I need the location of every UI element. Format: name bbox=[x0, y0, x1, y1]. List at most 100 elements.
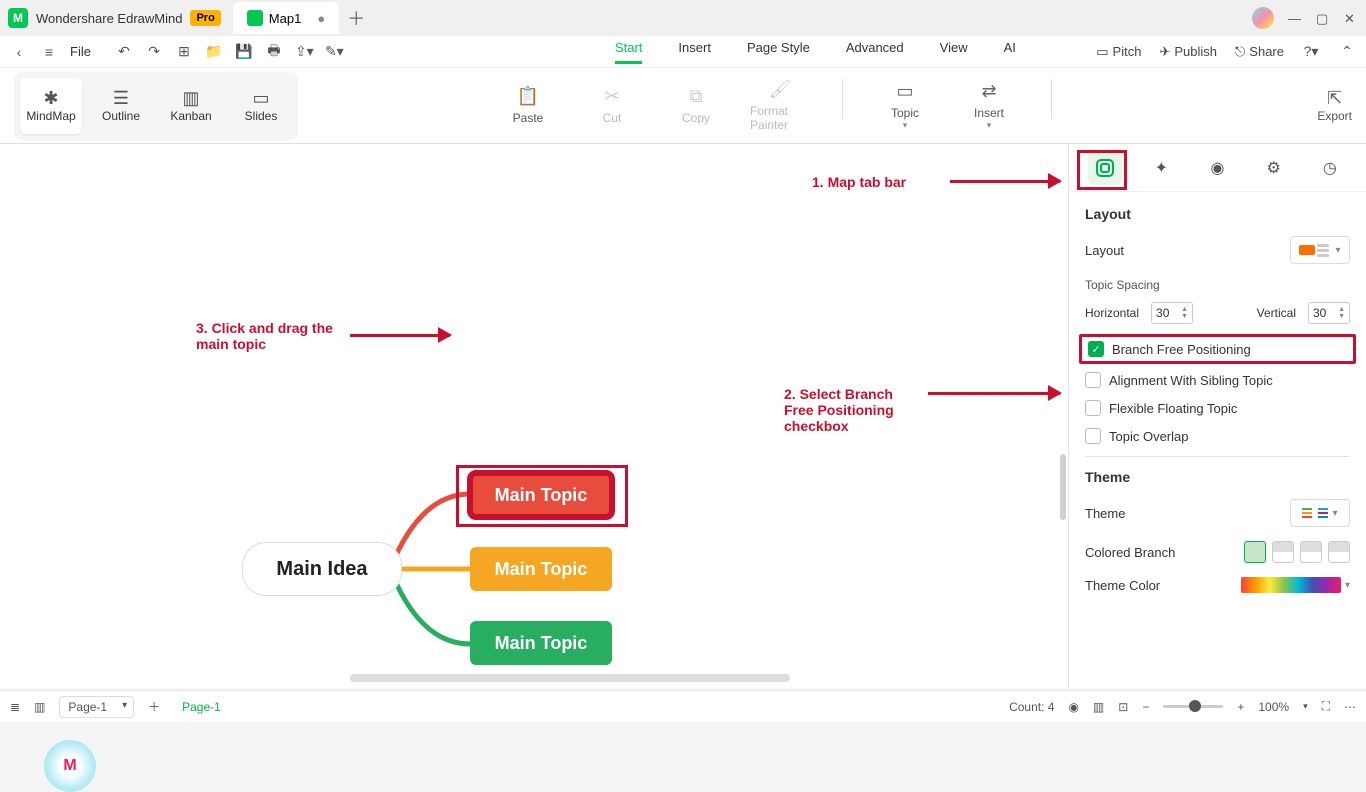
open-icon[interactable]: 📁 bbox=[205, 43, 223, 60]
branch-style-2[interactable] bbox=[1272, 541, 1294, 563]
theme-selector[interactable]: ▾ bbox=[1290, 499, 1350, 527]
tab-insert[interactable]: Insert bbox=[678, 40, 711, 64]
insert-button[interactable]: ⇄Insert▾ bbox=[959, 79, 1019, 132]
help-button[interactable]: ?▾ bbox=[1302, 43, 1320, 60]
colored-branch-label: Colored Branch bbox=[1085, 545, 1175, 560]
horizontal-scrollbar[interactable] bbox=[350, 674, 790, 682]
main-topic-3[interactable]: Main Topic bbox=[470, 621, 612, 665]
modified-dot-icon: ● bbox=[317, 11, 325, 26]
theme-color-strip[interactable] bbox=[1241, 577, 1341, 593]
ribbon-label: Copy bbox=[682, 111, 710, 125]
menu-icon[interactable]: ≡ bbox=[40, 44, 58, 60]
settings-tab[interactable]: ⚙ bbox=[1257, 151, 1291, 185]
view-slides[interactable]: ▭Slides bbox=[230, 78, 292, 134]
paste-button[interactable]: 📋Paste bbox=[498, 79, 558, 132]
tab-ai[interactable]: AI bbox=[1004, 40, 1016, 64]
map-tab[interactable] bbox=[1088, 151, 1122, 185]
share-label: Share bbox=[1249, 44, 1284, 59]
print-icon[interactable]: 🖶 bbox=[265, 40, 283, 64]
vertical-input[interactable]: 30▲▼ bbox=[1308, 302, 1350, 324]
topic-button[interactable]: ▭Topic▾ bbox=[875, 79, 935, 132]
main-idea-node[interactable]: Main Idea bbox=[242, 542, 402, 596]
redo-button[interactable]: ↷ bbox=[145, 43, 163, 60]
align-sibling-checkbox[interactable] bbox=[1085, 372, 1101, 388]
clock-icon: ◷ bbox=[1323, 158, 1337, 178]
add-tab-button[interactable]: ＋ bbox=[347, 5, 365, 31]
options-button[interactable]: ⋯ bbox=[1344, 700, 1356, 714]
mark-tab[interactable]: ◉ bbox=[1200, 151, 1234, 185]
share-icon: ⎋ bbox=[1235, 44, 1245, 60]
zoom-out-button[interactable]: − bbox=[1142, 700, 1149, 714]
branch-style-4[interactable] bbox=[1328, 541, 1350, 563]
format-painter-button[interactable]: 🖌Format Painter bbox=[750, 79, 810, 132]
chevron-down-icon: ▾ bbox=[1303, 701, 1308, 712]
undo-button[interactable]: ↶ bbox=[115, 43, 133, 60]
slides-icon: ▭ bbox=[252, 88, 269, 109]
statusbar: ≣ ▥ Page-1 ＋ Page-1 Count: 4 ◉ ▥ ⊡ − + 1… bbox=[0, 690, 1366, 722]
view-mindmap[interactable]: ✱MindMap bbox=[20, 78, 82, 134]
vertical-scrollbar[interactable] bbox=[1060, 454, 1066, 520]
zoom-level[interactable]: 100% bbox=[1258, 700, 1289, 714]
flex-floating-checkbox[interactable] bbox=[1085, 400, 1101, 416]
menubar: ‹ ≡ File ↶ ↷ ⊞ 📁 💾 🖶 ⇪▾ ✎▾ Start Insert … bbox=[0, 36, 1366, 68]
tab-advanced[interactable]: Advanced bbox=[846, 40, 904, 64]
close-window-button[interactable]: ✕ bbox=[1344, 11, 1358, 25]
branch-style-1[interactable] bbox=[1244, 541, 1266, 563]
cut-button[interactable]: ✂Cut bbox=[582, 79, 642, 132]
file-menu[interactable]: File bbox=[70, 44, 91, 59]
edit-dd-icon[interactable]: ✎▾ bbox=[325, 43, 343, 60]
tab-view[interactable]: View bbox=[940, 40, 968, 64]
new-icon[interactable]: ⊞ bbox=[175, 43, 193, 60]
maximize-button[interactable]: ▢ bbox=[1316, 11, 1330, 25]
view-kanban[interactable]: ▥Kanban bbox=[160, 78, 222, 134]
titlebar: M Wondershare EdrawMind Pro Map1 ● ＋ — ▢… bbox=[0, 0, 1366, 36]
floating-assistant-button[interactable]: M bbox=[44, 740, 96, 792]
tab-start[interactable]: Start bbox=[615, 40, 642, 64]
panel-toggle-icon[interactable]: ▥ bbox=[34, 700, 45, 714]
canvas[interactable]: Main Idea Main Topic Main Topic Main Top… bbox=[0, 144, 1068, 688]
theme-section-title: Theme bbox=[1085, 469, 1350, 485]
right-panel-body: Layout Layout ▾ Topic Spacing Horizontal… bbox=[1069, 192, 1366, 688]
ribbon-label: Insert bbox=[974, 106, 1004, 120]
layout-selector[interactable]: ▾ bbox=[1290, 236, 1350, 264]
pitch-button[interactable]: ▭Pitch bbox=[1096, 44, 1141, 60]
outline-toggle-icon[interactable]: ≣ bbox=[10, 700, 20, 714]
collapse-ribbon-button[interactable]: ⌃ bbox=[1338, 43, 1356, 60]
save-icon[interactable]: 💾 bbox=[235, 43, 253, 60]
view-outline[interactable]: ☰Outline bbox=[90, 78, 152, 134]
horizontal-input[interactable]: 30▲▼ bbox=[1151, 302, 1193, 324]
back-button[interactable]: ‹ bbox=[10, 44, 28, 60]
fit-icon[interactable]: ⊡ bbox=[1118, 700, 1128, 714]
theme-color-label: Theme Color bbox=[1085, 578, 1160, 593]
divider bbox=[1085, 456, 1350, 457]
page-dropdown[interactable]: Page-1 bbox=[59, 696, 134, 718]
add-page-button[interactable]: ＋ bbox=[148, 698, 160, 715]
zoom-slider[interactable] bbox=[1163, 705, 1223, 708]
view-icon[interactable]: ◉ bbox=[1068, 700, 1078, 714]
format-painter-icon: 🖌 bbox=[769, 79, 792, 100]
branch-free-highlight: ✓ Branch Free Positioning bbox=[1079, 334, 1356, 364]
topic-overlap-checkbox[interactable] bbox=[1085, 428, 1101, 444]
fullscreen-button[interactable]: ⛶ bbox=[1322, 699, 1330, 714]
style-tab[interactable]: ✦ bbox=[1144, 151, 1178, 185]
arrow-1 bbox=[950, 180, 1060, 183]
main-topic-2[interactable]: Main Topic bbox=[470, 547, 612, 591]
publish-button[interactable]: ✈Publish bbox=[1159, 44, 1217, 60]
branch-free-checkbox[interactable]: ✓ bbox=[1088, 341, 1104, 357]
document-tab[interactable]: Map1 ● bbox=[233, 2, 339, 34]
map-tab-icon bbox=[1095, 158, 1115, 178]
branch-style-3[interactable] bbox=[1300, 541, 1322, 563]
tab-page-style[interactable]: Page Style bbox=[747, 40, 810, 64]
zoom-in-button[interactable]: + bbox=[1237, 700, 1244, 714]
user-avatar[interactable] bbox=[1252, 7, 1274, 29]
export-button[interactable]: ⇱Export bbox=[1317, 88, 1352, 123]
share-button[interactable]: ⎋ Share bbox=[1235, 44, 1284, 60]
export-dd-icon[interactable]: ⇪▾ bbox=[295, 43, 313, 60]
screen-icon[interactable]: ▥ bbox=[1093, 700, 1104, 714]
page-tab[interactable]: Page-1 bbox=[174, 698, 229, 716]
main-topic-1[interactable]: Main Topic bbox=[470, 473, 612, 517]
history-tab[interactable]: ◷ bbox=[1313, 151, 1347, 185]
minimize-button[interactable]: — bbox=[1288, 11, 1302, 25]
copy-button[interactable]: ⧉Copy bbox=[666, 79, 726, 132]
doc-tab-label: Map1 bbox=[269, 11, 302, 26]
